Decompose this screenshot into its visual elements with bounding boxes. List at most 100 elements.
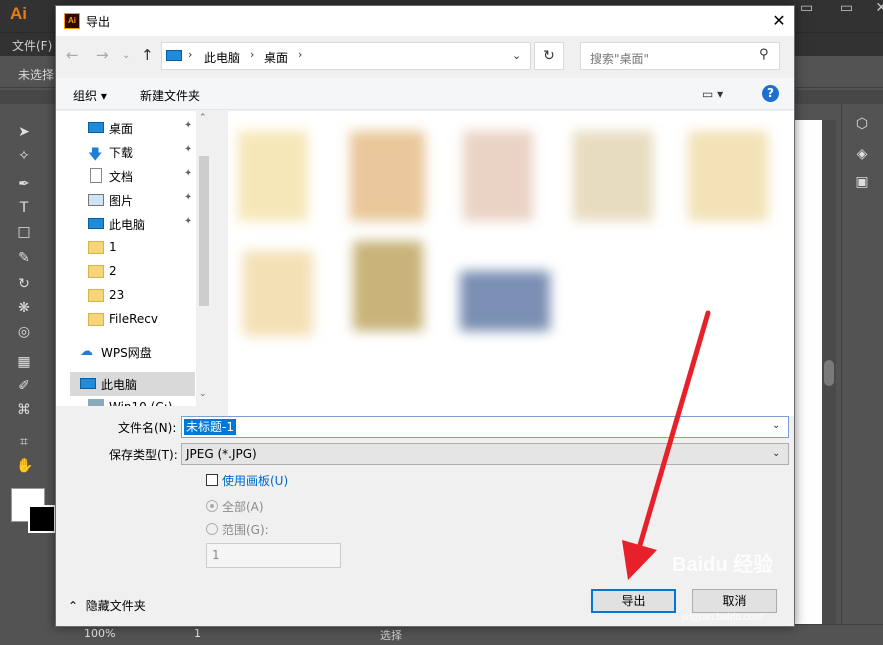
range-input[interactable]: 1 [206, 543, 341, 568]
rectangle-tool-icon[interactable]: □ [16, 224, 32, 240]
nav-item-wps[interactable]: ☁ WPS网盘 [70, 340, 200, 364]
nav-item[interactable]: 🡇 下载 ✦ [78, 140, 208, 164]
hide-folders-toggle[interactable]: ⌃ 隐藏文件夹 [68, 597, 146, 614]
file-thumbnail[interactable] [350, 131, 425, 221]
pen-tool-icon[interactable]: ✒ [16, 176, 32, 192]
breadcrumb-this-pc[interactable]: 此电脑 [204, 49, 240, 66]
chevron-down-icon[interactable]: ⌄ [772, 448, 780, 459]
warp-tool-icon[interactable]: ❋ [16, 300, 32, 316]
refresh-icon[interactable]: ↻ [534, 42, 564, 70]
breadcrumb-desktop[interactable]: 桌面 [264, 49, 288, 66]
search-icon[interactable]: ⚲ [759, 47, 769, 62]
nav-item[interactable]: 2 [78, 260, 208, 284]
filename-value[interactable]: 未标题-1 [184, 419, 236, 435]
new-folder-button[interactable]: 新建文件夹 [140, 87, 200, 104]
forward-arrow-icon[interactable]: → [96, 46, 109, 64]
pin-icon[interactable]: ✦ [184, 216, 192, 227]
address-bar[interactable]: › 此电脑 › 桌面 › ⌄ [161, 42, 531, 70]
export-button[interactable]: 导出 [591, 589, 676, 613]
chevron-down-icon[interactable]: ⌄ [772, 420, 780, 431]
paintbrush-icon[interactable]: ✎ [16, 250, 32, 266]
nav-item[interactable]: 文档 ✦ [78, 164, 208, 188]
nav-item-drive[interactable]: Win10 (C:) [78, 396, 208, 406]
close-icon[interactable]: ✕ [766, 8, 792, 34]
nav-item-label: Win10 (C:) [109, 400, 172, 406]
ai-toolbar: ➤ ✧ ✒ T □ ✎ ↻ ❋ ◎ ▦ ✐ ⌘ ⌗ ✋ [0, 104, 56, 624]
file-thumbnail[interactable] [463, 131, 533, 221]
nav-item-label: 图片 [109, 194, 134, 208]
nav-item-label: 桌面 [109, 122, 134, 136]
file-list-area[interactable] [228, 111, 794, 416]
shape-builder-icon[interactable]: ◎ [16, 324, 32, 340]
type-tool-icon[interactable]: T [16, 200, 32, 216]
folder-icon [88, 313, 104, 326]
folder-icon [88, 289, 104, 302]
command-bar: 组织 ▾ 新建文件夹 ▭ ▾ ? [56, 78, 794, 110]
pin-icon[interactable]: ✦ [184, 168, 192, 179]
nav-scroll-thumb[interactable] [199, 156, 209, 306]
nav-item-label: WPS网盘 [101, 346, 152, 360]
range-value: 1 [212, 548, 220, 562]
right-panel-dock: ⬡ ◈ ▣ [841, 104, 883, 644]
breadcrumb-separator-icon[interactable]: › [298, 48, 302, 61]
artboard-number[interactable]: 1 [194, 627, 201, 640]
filetype-label: 保存类型(T): [109, 448, 178, 462]
pin-icon[interactable]: ✦ [184, 120, 192, 131]
use-artboards-label[interactable]: 使用画板(U) [222, 472, 288, 489]
help-icon[interactable]: ? [762, 85, 779, 102]
artboards-panel-icon[interactable]: ▣ [854, 174, 870, 190]
change-view-icon[interactable]: ▭ ▾ [702, 87, 723, 101]
breadcrumb-separator-icon[interactable]: › [250, 48, 254, 61]
use-artboards-checkbox[interactable] [206, 474, 218, 486]
recent-locations-chevron-icon[interactable]: ⌄ [122, 50, 130, 61]
nav-item[interactable]: 图片 ✦ [78, 188, 208, 212]
nav-item[interactable]: 桌面 ✦ [78, 116, 208, 140]
file-thumbnail[interactable] [243, 251, 313, 336]
window-controls[interactable]: ▭ ▭ ✕ [800, 0, 883, 16]
range-radio[interactable] [206, 523, 218, 535]
nav-item-label: 23 [109, 288, 125, 302]
up-arrow-icon[interactable]: ↑ [141, 46, 154, 64]
nav-item-label: 下载 [109, 146, 134, 160]
baidu-watermark-url: jingyan.baidu.com [682, 612, 763, 623]
filetype-select[interactable]: JPEG (*.JPG) ⌄ [181, 443, 789, 465]
magic-wand-icon[interactable]: ✧ [16, 148, 32, 164]
scroll-up-icon[interactable]: ⌃ [199, 113, 207, 123]
layers-icon[interactable]: ◈ [854, 146, 870, 162]
stroke-swatch[interactable] [28, 505, 56, 533]
rotate-tool-icon[interactable]: ↻ [16, 276, 32, 292]
nav-item-label: 此电脑 [109, 218, 146, 232]
all-radio[interactable] [206, 500, 218, 512]
chevron-down-icon[interactable]: ⌄ [512, 49, 521, 62]
organize-button[interactable]: 组织 ▾ [73, 87, 107, 104]
file-thumbnail[interactable] [353, 241, 423, 331]
pin-icon[interactable]: ✦ [184, 144, 192, 155]
eyedropper-icon[interactable]: ✐ [16, 378, 32, 394]
file-thumbnail[interactable] [573, 131, 653, 221]
file-thumbnail[interactable] [238, 131, 308, 221]
nav-item-label: 文档 [109, 170, 134, 184]
scroll-down-icon[interactable]: ⌄ [199, 389, 207, 399]
zoom-level[interactable]: 100% [84, 627, 115, 640]
nav-item-this-pc[interactable]: 此电脑 [70, 372, 195, 396]
filename-input[interactable]: 未标题-1 ⌄ [181, 416, 789, 438]
breadcrumb-separator-icon[interactable]: › [188, 48, 192, 61]
nav-item[interactable]: 此电脑 ✦ [78, 212, 208, 236]
nav-item[interactable]: 1 [78, 236, 208, 260]
nav-item[interactable]: FileRecv [78, 308, 208, 332]
search-input[interactable]: 搜索"桌面" ⚲ [580, 42, 780, 70]
artboard-tool-icon[interactable]: ⌗ [16, 434, 32, 450]
selection-tool-icon[interactable]: ➤ [16, 124, 32, 140]
file-thumbnail[interactable] [688, 131, 768, 221]
radio-dot [210, 504, 214, 508]
back-arrow-icon[interactable]: ← [66, 46, 79, 64]
canvas-scroll-thumb[interactable] [824, 360, 834, 386]
symbol-sprayer-icon[interactable]: ⌘ [16, 402, 32, 418]
file-thumbnail[interactable] [460, 271, 550, 331]
hand-tool-icon[interactable]: ✋ [16, 458, 33, 474]
pin-icon[interactable]: ✦ [184, 192, 192, 203]
mesh-tool-icon[interactable]: ▦ [16, 354, 32, 370]
libraries-icon[interactable]: ⬡ [854, 116, 870, 132]
menu-file[interactable]: 文件(F) [12, 37, 52, 54]
nav-item[interactable]: 23 [78, 284, 208, 308]
